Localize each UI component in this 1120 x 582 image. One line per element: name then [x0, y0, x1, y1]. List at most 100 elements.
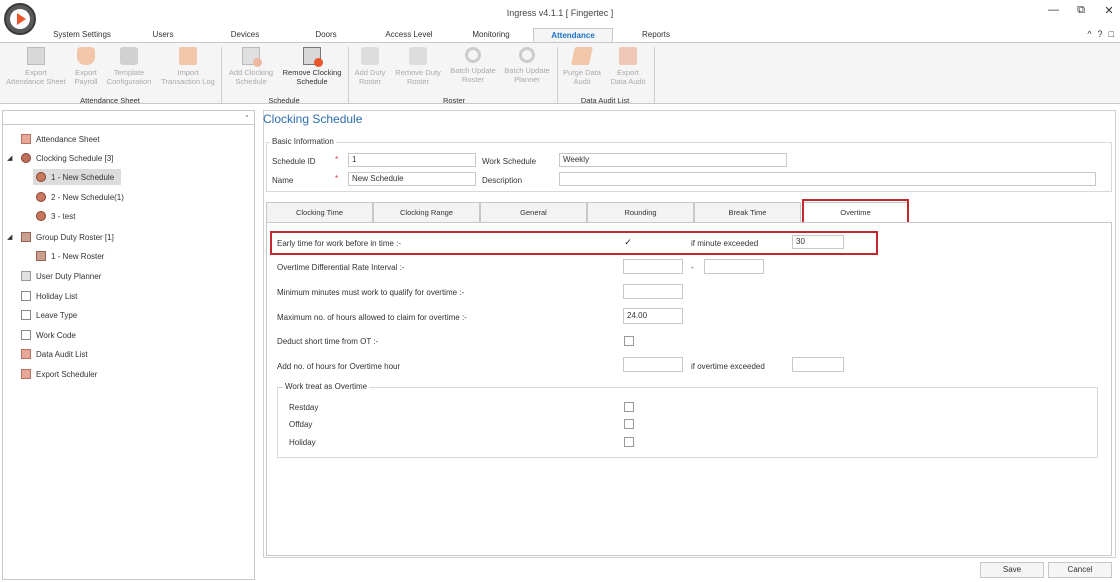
tools-icon: [120, 47, 138, 65]
menu-tab-access-level[interactable]: Access Level: [376, 28, 442, 42]
menu-tab-doors[interactable]: Doors: [304, 28, 348, 42]
leave-type-icon: [21, 310, 31, 320]
export-data-audit-button[interactable]: Export Data Audit: [605, 47, 651, 86]
tree-item-clocking-schedule[interactable]: Clocking Schedule [3]: [21, 150, 251, 166]
remove-clocking-schedule-button[interactable]: Remove Clocking Schedule: [279, 47, 345, 86]
work-code-icon: [21, 330, 31, 340]
basic-information-legend: Basic Information: [270, 137, 336, 146]
add-hours-input[interactable]: [623, 357, 683, 372]
holiday-icon: [21, 291, 31, 301]
tree-item-group-duty-roster[interactable]: Group Duty Roster [1]: [21, 229, 251, 245]
sync-icon: [519, 47, 535, 63]
save-button[interactable]: Save: [980, 562, 1044, 578]
export-scheduler-icon: [21, 369, 31, 379]
add-roster-icon: [361, 47, 379, 65]
import-log-icon: [179, 47, 197, 65]
batch-update-planner-button[interactable]: Batch Update Planner: [500, 47, 554, 84]
tree-item-export-scheduler[interactable]: Export Scheduler: [21, 366, 251, 382]
restore-button[interactable]: ⧉: [1076, 4, 1086, 17]
panel-header: ▫: [3, 111, 254, 125]
clock-icon: [36, 192, 46, 202]
tree-item-user-duty-planner[interactable]: User Duty Planner: [21, 268, 251, 284]
remove-roster-icon: [409, 47, 427, 65]
cancel-button[interactable]: Cancel: [1048, 562, 1112, 578]
min-minutes-label: Minimum minutes must work to qualify for…: [277, 288, 465, 297]
tree-item-schedule-2[interactable]: 2 - New Schedule(1): [36, 189, 246, 205]
tab-rounding[interactable]: Rounding: [587, 202, 694, 222]
ribbon-separator: [557, 47, 558, 103]
export-attendance-sheet-button[interactable]: Export Attendance Sheet: [2, 47, 70, 86]
work-schedule-select[interactable]: Weekly: [559, 153, 787, 167]
data-audit-icon: [21, 349, 31, 359]
help-icon[interactable]: ?: [1098, 29, 1103, 39]
expand-arrow-icon[interactable]: ◢: [7, 154, 12, 162]
title-bar: Ingress v4.1.1 [ Fingertec ] — ⧉ ✕: [0, 0, 1120, 35]
remove-duty-roster-button[interactable]: Remove Duty Roster: [391, 47, 445, 86]
tree-item-leave-type[interactable]: Leave Type: [21, 307, 251, 323]
description-input[interactable]: [559, 172, 1096, 186]
required-mark: *: [335, 174, 339, 183]
tree-item-work-code[interactable]: Work Code: [21, 327, 251, 343]
menu-tab-monitoring[interactable]: Monitoring: [462, 28, 520, 42]
ribbon-separator: [654, 47, 655, 103]
menu-tab-reports[interactable]: Reports: [628, 28, 684, 42]
ribbon-separator: [221, 47, 222, 103]
name-input[interactable]: New Schedule: [348, 172, 476, 186]
tree-item-roster-1[interactable]: 1 - New Roster: [36, 248, 246, 264]
tree-item-schedule-3[interactable]: 3 - test: [36, 208, 246, 224]
tab-clocking-range[interactable]: Clocking Range: [373, 202, 480, 222]
schedule-id-input[interactable]: 1: [348, 153, 476, 167]
import-transaction-log-button[interactable]: Import Transaction Log: [158, 47, 218, 86]
window-controls: — ⧉ ✕: [1048, 4, 1114, 17]
work-treat-as-overtime-legend: Work treat as Overtime: [283, 382, 370, 391]
min-minutes-input[interactable]: [623, 284, 683, 299]
export-payroll-button[interactable]: Export Payroll: [70, 47, 102, 86]
tab-clocking-time[interactable]: Clocking Time: [266, 202, 373, 222]
differential-to-input[interactable]: [704, 259, 764, 274]
purge-data-audit-button[interactable]: Purge Data Audit: [559, 47, 605, 86]
batch-update-roster-button[interactable]: Batch Update Roster: [446, 47, 500, 84]
menu-tab-users[interactable]: Users: [140, 28, 186, 42]
menu-tab-system-settings[interactable]: System Settings: [44, 28, 120, 42]
collapse-ribbon-icon[interactable]: ^: [1087, 29, 1091, 39]
deduct-short-time-checkbox[interactable]: [624, 336, 634, 346]
close-button[interactable]: ✕: [1104, 4, 1114, 17]
tree-item-attendance-sheet[interactable]: Attendance Sheet: [21, 131, 251, 147]
add-clocking-schedule-button[interactable]: Add Clocking Schedule: [224, 47, 278, 86]
office-icon[interactable]: □: [1109, 29, 1114, 39]
expand-arrow-icon[interactable]: ◢: [7, 233, 12, 241]
early-time-checkbox[interactable]: ✓: [623, 237, 633, 247]
if-overtime-exceeded-input[interactable]: [792, 357, 844, 372]
menu-tab-attendance[interactable]: Attendance: [533, 28, 613, 42]
name-label: Name: [272, 176, 294, 185]
max-hours-label: Maximum no. of hours allowed to claim fo…: [277, 313, 467, 322]
ribbon-right-icons: ^ ? □: [1087, 29, 1114, 39]
pin-icon[interactable]: ▫: [246, 113, 248, 120]
minimize-button[interactable]: —: [1048, 4, 1059, 17]
differential-from-input[interactable]: [623, 259, 683, 274]
money-bag-icon: [77, 47, 95, 65]
description-label: Description: [482, 176, 523, 185]
offday-label: Offday: [289, 420, 313, 429]
sync-icon: [465, 47, 481, 63]
roster-icon: [36, 251, 46, 261]
tree-item-holiday-list[interactable]: Holiday List: [21, 288, 251, 304]
tab-general[interactable]: General: [480, 202, 587, 222]
restday-checkbox[interactable]: [624, 402, 634, 412]
max-hours-input[interactable]: 24.00: [623, 308, 683, 324]
tab-break-time[interactable]: Break Time: [694, 202, 801, 222]
attendance-sheet-icon: [21, 134, 31, 144]
window-title: Ingress v4.1.1 [ Fingertec ]: [506, 8, 614, 18]
menu-tab-devices[interactable]: Devices: [220, 28, 270, 42]
tree-item-schedule-1[interactable]: 1 - New Schedule: [33, 169, 121, 185]
roster-icon: [21, 232, 31, 242]
tree-item-data-audit-list[interactable]: Data Audit List: [21, 346, 251, 362]
holiday-checkbox[interactable]: [624, 437, 634, 447]
add-duty-roster-button[interactable]: Add Duty Roster: [350, 47, 390, 86]
menu-tabs: System Settings Users Devices Doors Acce…: [0, 28, 1120, 42]
offday-checkbox[interactable]: [624, 419, 634, 429]
if-minute-exceeded-input[interactable]: 30: [792, 235, 844, 249]
work-schedule-label: Work Schedule: [482, 157, 537, 166]
template-configuration-button[interactable]: Template Configuration: [102, 47, 156, 86]
clock-icon: [36, 172, 46, 182]
